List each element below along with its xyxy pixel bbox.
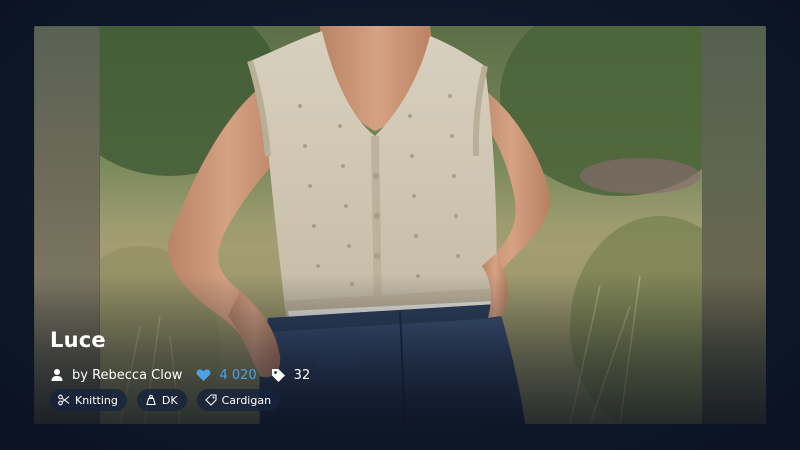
scissors-icon — [58, 394, 70, 406]
tag-label: DK — [161, 393, 178, 407]
tag-chip-knitting[interactable]: Knitting — [50, 389, 127, 411]
tag-label: Cardigan — [221, 393, 272, 407]
heart-icon[interactable] — [196, 368, 211, 382]
app-background: Luce by Rebecca Clow 4 020 32 Knitting D… — [0, 0, 800, 450]
projects-count: 32 — [293, 367, 311, 383]
pattern-card[interactable]: Luce by Rebecca Clow 4 020 32 Knitting D… — [34, 26, 766, 424]
likes-count: 4 020 — [219, 367, 257, 383]
user-icon — [50, 368, 64, 382]
pattern-title[interactable]: Luce — [50, 328, 106, 352]
tag-icon — [204, 394, 217, 406]
tag-list: Knitting DK Cardigan — [50, 389, 281, 411]
tag-chip-dk[interactable]: DK — [136, 389, 187, 411]
tag-icon — [271, 368, 286, 383]
tag-chip-cardigan[interactable]: Cardigan — [196, 389, 281, 411]
tag-label: Knitting — [75, 393, 118, 407]
pattern-meta-row: by Rebecca Clow 4 020 32 — [50, 366, 310, 384]
yarn-weight-icon — [145, 394, 157, 406]
author-link[interactable]: by Rebecca Clow — [72, 368, 182, 383]
